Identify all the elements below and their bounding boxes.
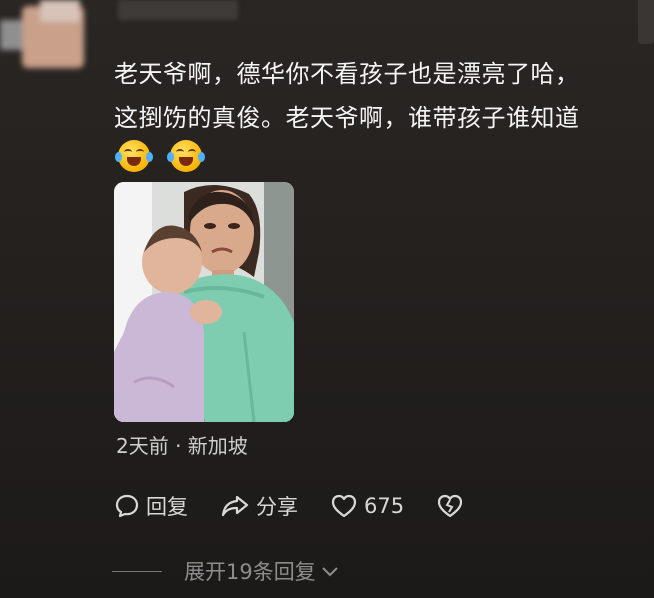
share-arrow-icon xyxy=(220,493,250,519)
laugh-cry-emoji-icon xyxy=(115,140,153,172)
comment-line-2: 这捯饬的真俊。老天爷啊，谁带孩子谁知道 xyxy=(114,104,580,132)
dislike-button[interactable] xyxy=(436,493,470,519)
expand-replies-button[interactable]: 展开19条回复 xyxy=(112,556,340,586)
comment-timestamp: 2天前 · 新加坡 xyxy=(116,434,248,458)
username[interactable] xyxy=(118,0,238,20)
laugh-cry-emoji-icon xyxy=(167,140,205,172)
expand-replies-label: 展开19条回复 xyxy=(184,560,316,584)
comment-bubble-icon xyxy=(114,493,140,519)
comment-image[interactable] xyxy=(114,182,294,422)
share-button[interactable]: 分享 xyxy=(220,491,298,521)
comment-body: 老天爷啊，德华你不看孩子也是漂亮了哈， 这捯饬的真俊。老天爷啊，谁带孩子谁知道 xyxy=(114,52,634,140)
like-count: 675 xyxy=(364,494,405,518)
photo-illustration xyxy=(114,182,294,422)
comment-line-1: 老天爷啊，德华你不看孩子也是漂亮了哈， xyxy=(114,60,580,88)
divider-line xyxy=(112,570,162,572)
like-button[interactable]: 675 xyxy=(330,493,404,519)
heart-icon xyxy=(330,493,358,519)
emoji-row xyxy=(115,140,205,174)
broken-heart-icon xyxy=(436,493,464,519)
share-label: 分享 xyxy=(256,495,298,519)
action-bar: 回复 分享 675 xyxy=(114,490,502,522)
scrollbar[interactable] xyxy=(638,0,654,44)
reply-button[interactable]: 回复 xyxy=(114,491,188,521)
avatar[interactable] xyxy=(0,0,95,75)
reply-label: 回复 xyxy=(146,495,188,519)
chevron-down-icon xyxy=(320,564,340,578)
